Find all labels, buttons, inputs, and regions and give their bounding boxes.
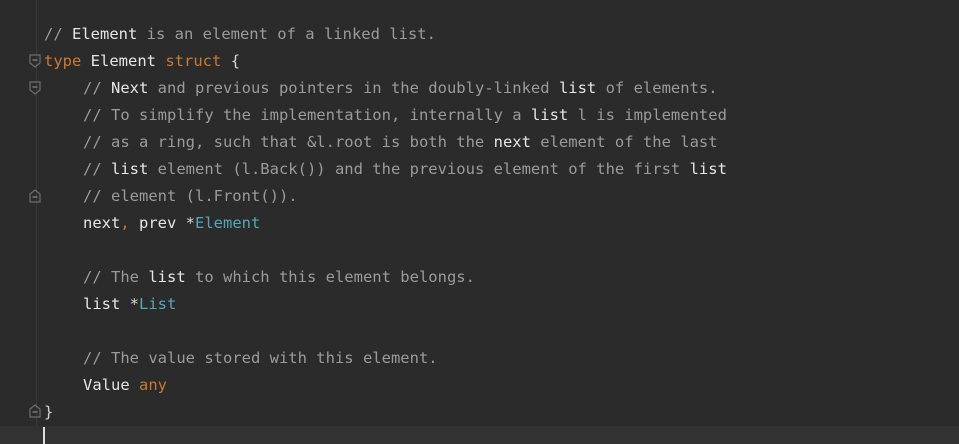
comment-text: // The xyxy=(83,268,149,286)
comment-keyword: list xyxy=(111,160,149,178)
line-content: Value any xyxy=(44,372,167,399)
field-name: prev xyxy=(129,214,186,232)
code-line[interactable]: // list element (l.Back()) and the previ… xyxy=(0,156,959,183)
code-area[interactable]: // Element is an element of a linked lis… xyxy=(0,21,959,444)
code-line[interactable] xyxy=(0,237,959,264)
comment-text: and previous pointers in the doubly-link… xyxy=(148,79,559,97)
line-content: // Element is an element of a linked lis… xyxy=(44,21,436,48)
code-line[interactable]: type Element struct { xyxy=(0,48,959,75)
comment-text: element of the last xyxy=(530,133,718,151)
comment-text: // as a ring, such that &l.root is both … xyxy=(83,133,494,151)
line-content: // list element (l.Back()) and the previ… xyxy=(44,156,727,183)
comment-keyword: list xyxy=(148,268,186,286)
code-line[interactable]: next, prev *Element xyxy=(0,210,959,237)
comment-keyword: next xyxy=(493,133,531,151)
text-caret xyxy=(43,427,45,444)
code-line[interactable] xyxy=(0,318,959,345)
comment-text: // The value stored with this element. xyxy=(83,349,438,367)
type-name: Element xyxy=(90,52,156,70)
field-name: Value xyxy=(83,376,139,394)
field-name: list xyxy=(83,295,130,313)
keyword-type: type xyxy=(44,52,82,70)
code-line[interactable]: } xyxy=(0,399,959,426)
line-content: // as a ring, such that &l.root is both … xyxy=(44,129,718,156)
code-line[interactable]: // as a ring, such that &l.root is both … xyxy=(0,129,959,156)
code-line[interactable]: // Next and previous pointers in the dou… xyxy=(0,75,959,102)
line-content: // To simplify the implementation, inter… xyxy=(44,102,727,129)
line-content: next, prev *Element xyxy=(44,210,260,237)
code-line[interactable]: // The value stored with this element. xyxy=(0,345,959,372)
pointer-star: * xyxy=(129,295,140,313)
code-line[interactable]: // element (l.Front()). xyxy=(0,183,959,210)
comment-keyword: list xyxy=(558,79,597,97)
type-reference: List xyxy=(139,295,177,313)
field-name: next xyxy=(83,214,121,232)
code-editor[interactable]: // Element is an element of a linked lis… xyxy=(0,0,959,444)
comment-text: of elements. xyxy=(596,79,718,97)
comment-keyword: Next xyxy=(111,79,149,97)
comment-text: element (l.Back()) and the previous elem… xyxy=(148,160,690,178)
close-brace: } xyxy=(44,403,54,421)
comment-text: // xyxy=(44,25,72,43)
open-brace: { xyxy=(230,52,241,70)
comment-text: // xyxy=(83,160,111,178)
line-content: } xyxy=(44,399,53,426)
comment-text: is an element of a linked list. xyxy=(137,25,436,43)
comment-text: // element (l.Front()). xyxy=(83,187,298,205)
line-content: // element (l.Front()). xyxy=(44,183,298,210)
comment-text: // xyxy=(83,79,111,97)
line-content: list *List xyxy=(44,291,176,318)
line-content: type Element struct { xyxy=(44,48,240,75)
comma: , xyxy=(120,214,130,232)
code-line[interactable]: // Element is an element of a linked lis… xyxy=(0,21,959,48)
comment-keyword: list xyxy=(689,160,727,178)
comment-keyword: Element xyxy=(72,25,138,43)
line-content: // The value stored with this element. xyxy=(44,345,438,372)
current-line[interactable] xyxy=(0,426,959,444)
pointer-star: * xyxy=(185,214,196,232)
type-keyword: any xyxy=(139,376,167,394)
comment-text: // To simplify the implementation, inter… xyxy=(83,106,531,124)
code-line[interactable]: // The list to which this element belong… xyxy=(0,264,959,291)
code-line[interactable]: Value any xyxy=(0,372,959,399)
code-line[interactable]: // To simplify the implementation, inter… xyxy=(0,102,959,129)
comment-text: l is implemented xyxy=(568,106,727,124)
code-line[interactable]: list *List xyxy=(0,291,959,318)
comment-text: to which this element belongs. xyxy=(185,268,475,286)
type-reference: Element xyxy=(195,214,261,232)
keyword-struct: struct xyxy=(165,52,222,70)
line-content: // The list to which this element belong… xyxy=(44,264,475,291)
line-content: // Next and previous pointers in the dou… xyxy=(44,75,718,102)
comment-keyword: list xyxy=(530,106,569,124)
